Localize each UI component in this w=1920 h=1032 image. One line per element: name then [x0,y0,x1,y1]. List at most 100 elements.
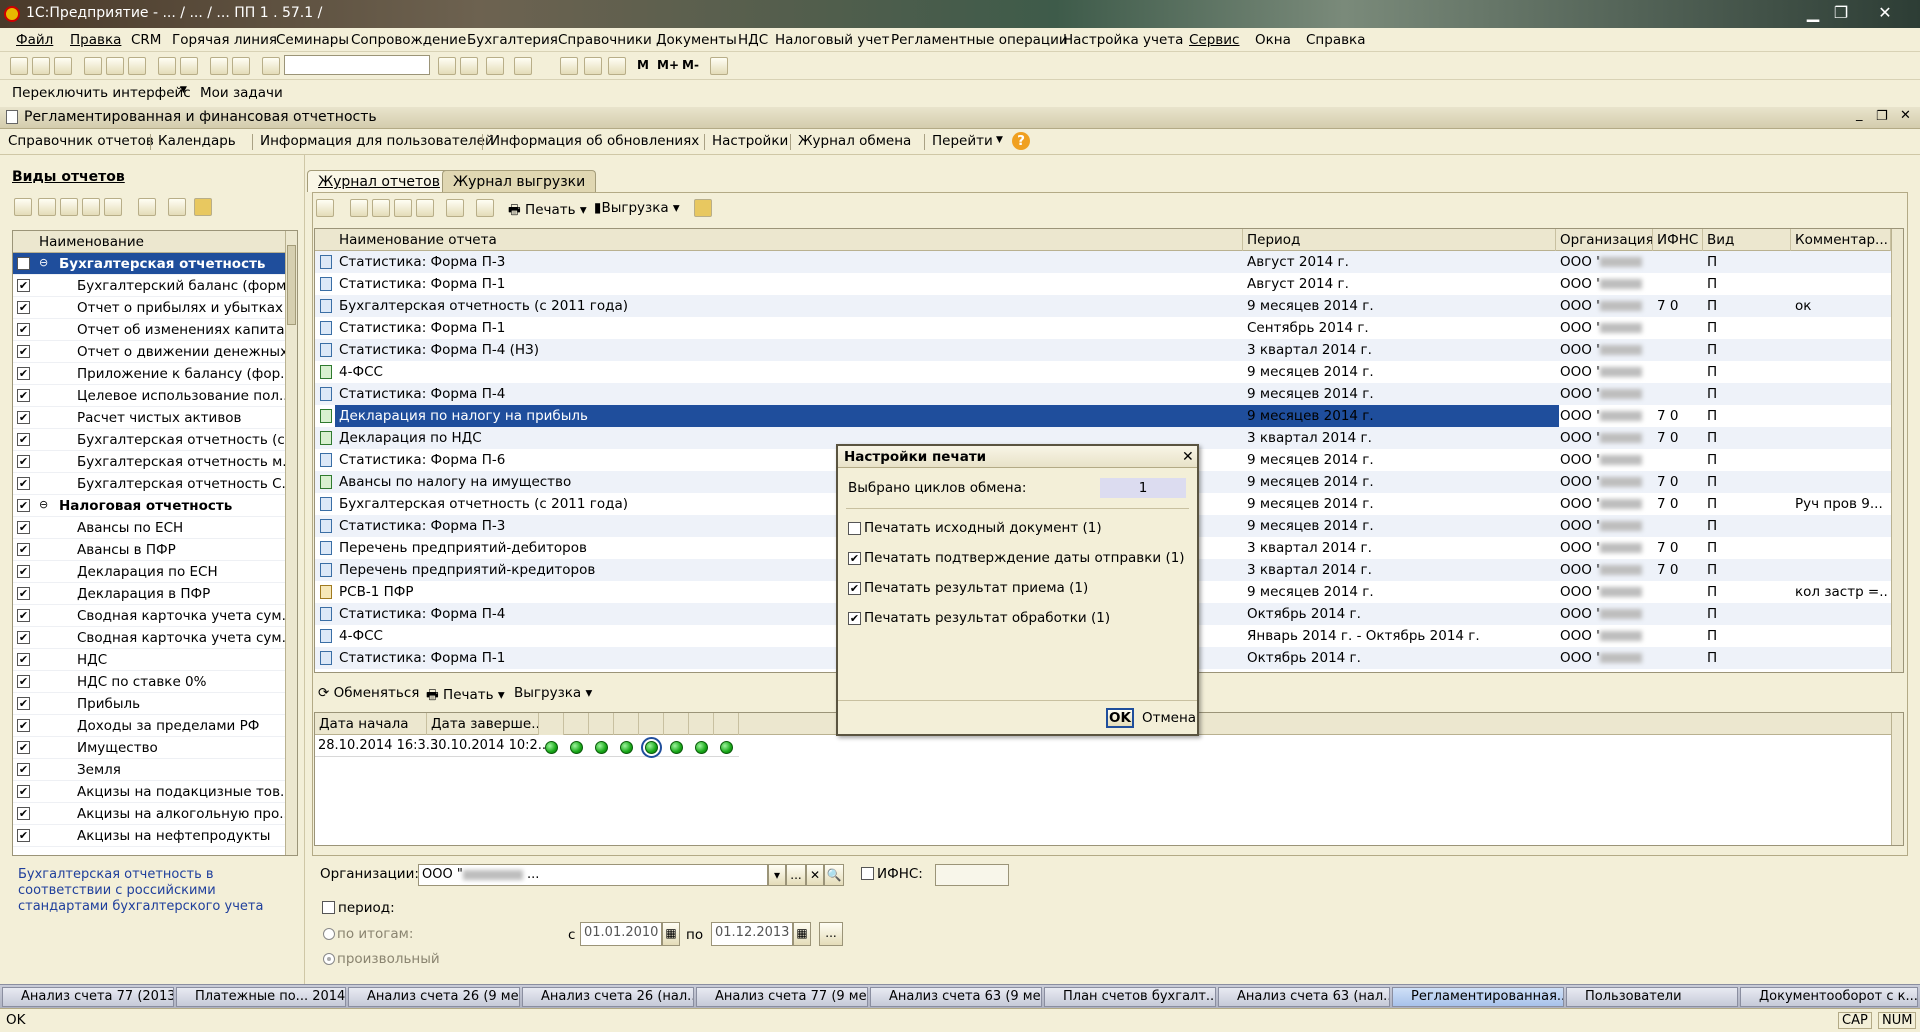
tree-item[interactable]: ✔ Бухгалтерский баланс (форм... [13,275,285,297]
tree-item-checkbox[interactable]: ✔ [17,301,30,314]
tree-item[interactable]: ✔ НДС [13,649,285,671]
tab-export-journal[interactable]: Журнал выгрузки [442,170,597,192]
print-option-checkbox[interactable]: ✔ [848,552,861,565]
copy-item-icon[interactable] [372,199,390,217]
tree-item[interactable]: ✔ Бухгалтерская отчетность м... [13,451,285,473]
edit-icon[interactable] [394,199,412,217]
tree-group[interactable]: ✔ ⊖ Бухгалтерская отчетность [13,253,285,275]
tree-item[interactable]: ✔ Акцизы на подакцизные тов... [13,781,285,803]
table-icon[interactable] [560,57,578,75]
column-header-report-name[interactable]: Наименование отчета [315,229,1243,251]
to-calendar-icon[interactable]: ▦ [793,922,811,946]
table-row[interactable]: Бухгалтерская отчетность (с 2011 года) 9 … [315,295,1891,317]
menu-documents[interactable]: Документы [656,32,737,48]
tree-item[interactable]: ✔ Авансы в ПФР [13,539,285,561]
settings-form-icon[interactable] [694,199,712,217]
calendar-icon[interactable] [608,57,626,75]
vertical-scrollbar[interactable] [1891,229,1903,672]
status-col-icon[interactable] [714,713,739,735]
taskbar-window-button[interactable]: Документооборот с к... [1740,987,1918,1007]
tree-item[interactable]: ✔ Отчет об изменениях капита... [13,319,285,341]
tree-item-checkbox[interactable]: ✔ [17,719,30,732]
menu-hotline[interactable]: Горячая линия [172,32,277,48]
tree-item[interactable]: ✔ Бухгалтерская отчетность С... [13,473,285,495]
export-menu-button[interactable]: ▮Выгрузка ▾ [594,200,680,216]
exchange-log-button[interactable]: Журнал обмена [798,133,911,149]
redo-icon[interactable] [232,57,250,75]
tree-item[interactable]: ✔ Имущество [13,737,285,759]
table-row[interactable]: Декларация по налогу на прибыль 9 месяцев… [315,405,1891,427]
status-col-icon[interactable] [639,713,664,735]
org-clear-button[interactable]: ✕ [806,864,824,886]
column-header-end-date[interactable]: Дата заверше... [427,713,539,735]
menu-accounting[interactable]: Бухгалтерия [467,32,558,48]
table-row[interactable]: Статистика: Форма П-3 Август 2014 г. ООО "… [315,251,1891,273]
tree-item-checkbox[interactable]: ✔ [17,587,30,600]
exchange-print-button[interactable]: 🖶 Печать ▾ [426,685,505,708]
copy-item-icon[interactable] [60,198,78,216]
tree-item-checkbox[interactable]: ✔ [17,631,30,644]
vertical-scrollbar[interactable] [285,231,297,855]
table-row[interactable]: Статистика: Форма П-4 9 месяцев 2014 г. ОО… [315,383,1891,405]
memory-m-icon[interactable]: M [637,58,649,72]
arbitrary-radio[interactable] [323,953,335,965]
calculator-icon[interactable] [584,57,602,75]
menu-file[interactable]: Файл [16,32,53,48]
column-header-ifns[interactable]: ИФНС [1653,229,1703,251]
menu-support[interactable]: Сопровождение [351,32,466,48]
tree-item[interactable]: ✔ Прибыль [13,693,285,715]
by-totals-radio[interactable] [323,928,335,940]
memory-plus-icon[interactable]: M+ [657,58,679,72]
org-dropdown-button[interactable]: ▾ [768,864,786,886]
new-icon[interactable] [10,57,28,75]
memory-minus-icon[interactable]: M- [682,58,699,72]
print-option-label[interactable]: Печатать результат приема (1) [864,580,1088,596]
tree-item-checkbox[interactable]: ✔ [17,279,30,292]
user-info-button[interactable]: Информация для пользователей [260,133,494,149]
column-header-period[interactable]: Период [1243,229,1556,251]
taskbar-window-button[interactable]: Анализ счета 63 (нал... [1218,987,1390,1007]
column-header-organization[interactable]: Организация [1556,229,1653,251]
tree-item[interactable]: ✔ Акцизы на алкогольную про... [13,803,285,825]
menu-edit[interactable]: Правка [70,32,121,48]
table-row[interactable]: 4-ФСС 9 месяцев 2014 г. ООО " П [315,361,1891,383]
column-header-name[interactable]: Наименование [13,231,285,253]
properties-icon[interactable] [168,198,186,216]
tree-item[interactable]: ✔ Сводная карточка учета сум... [13,605,285,627]
tree-item[interactable]: ✔ Отчет о движении денежных ... [13,341,285,363]
cancel-button[interactable]: Отмена [1142,710,1196,726]
calendar-button[interactable]: Календарь [158,133,236,149]
vertical-scrollbar[interactable] [1891,713,1903,845]
period-select-button[interactable]: ... [819,922,843,946]
tree-group[interactable]: ✔ ⊖ Налоговая отчетность [13,495,285,517]
tree-item[interactable]: ✔ Сводная карточка учета сум... [13,627,285,649]
paste-icon[interactable] [128,57,146,75]
status-col-icon[interactable] [689,713,714,735]
delete-icon[interactable] [416,199,434,217]
search-input[interactable] [284,55,430,75]
tree-item-checkbox[interactable]: ✔ [17,565,30,578]
status-col-icon[interactable] [614,713,639,735]
column-header-comment[interactable]: Комментар... [1791,229,1891,251]
send-icon[interactable] [476,199,494,217]
print-option-label[interactable]: Печатать исходный документ (1) [864,520,1102,536]
dialog-close-icon[interactable]: ✕ [1182,449,1194,465]
tree-item-checkbox[interactable]: ✔ [17,323,30,336]
taskbar-window-button[interactable]: Платежные по... 2014 г. [176,987,346,1007]
table-row[interactable]: Статистика: Форма П-1 Август 2014 г. ООО "… [315,273,1891,295]
move-icon[interactable] [104,198,122,216]
taskbar-window-button[interactable]: Анализ счета 77 (9 ме... [696,987,868,1007]
tree-item-checkbox[interactable]: ✔ [17,609,30,622]
column-header-kind[interactable]: Вид [1703,229,1791,251]
reports-catalog-button[interactable]: Справочник отчетов [8,133,154,149]
print-menu-button[interactable]: 🖶 Печать ▾ [508,200,587,223]
subwindow-restore-icon[interactable]: ❐ [1876,109,1888,124]
print-icon[interactable] [158,57,176,75]
tree-item-checkbox[interactable]: ✔ [17,521,30,534]
from-calendar-icon[interactable]: ▦ [662,922,680,946]
print-option-label[interactable]: Печатать подтверждение даты отправки (1) [864,550,1185,566]
copy-icon[interactable] [106,57,124,75]
settings-button[interactable]: Настройки [712,133,788,149]
tree-item[interactable]: ✔ Акцизы на нефтепродукты [13,825,285,847]
tree-item[interactable]: ✔ Декларация по ЕСН [13,561,285,583]
